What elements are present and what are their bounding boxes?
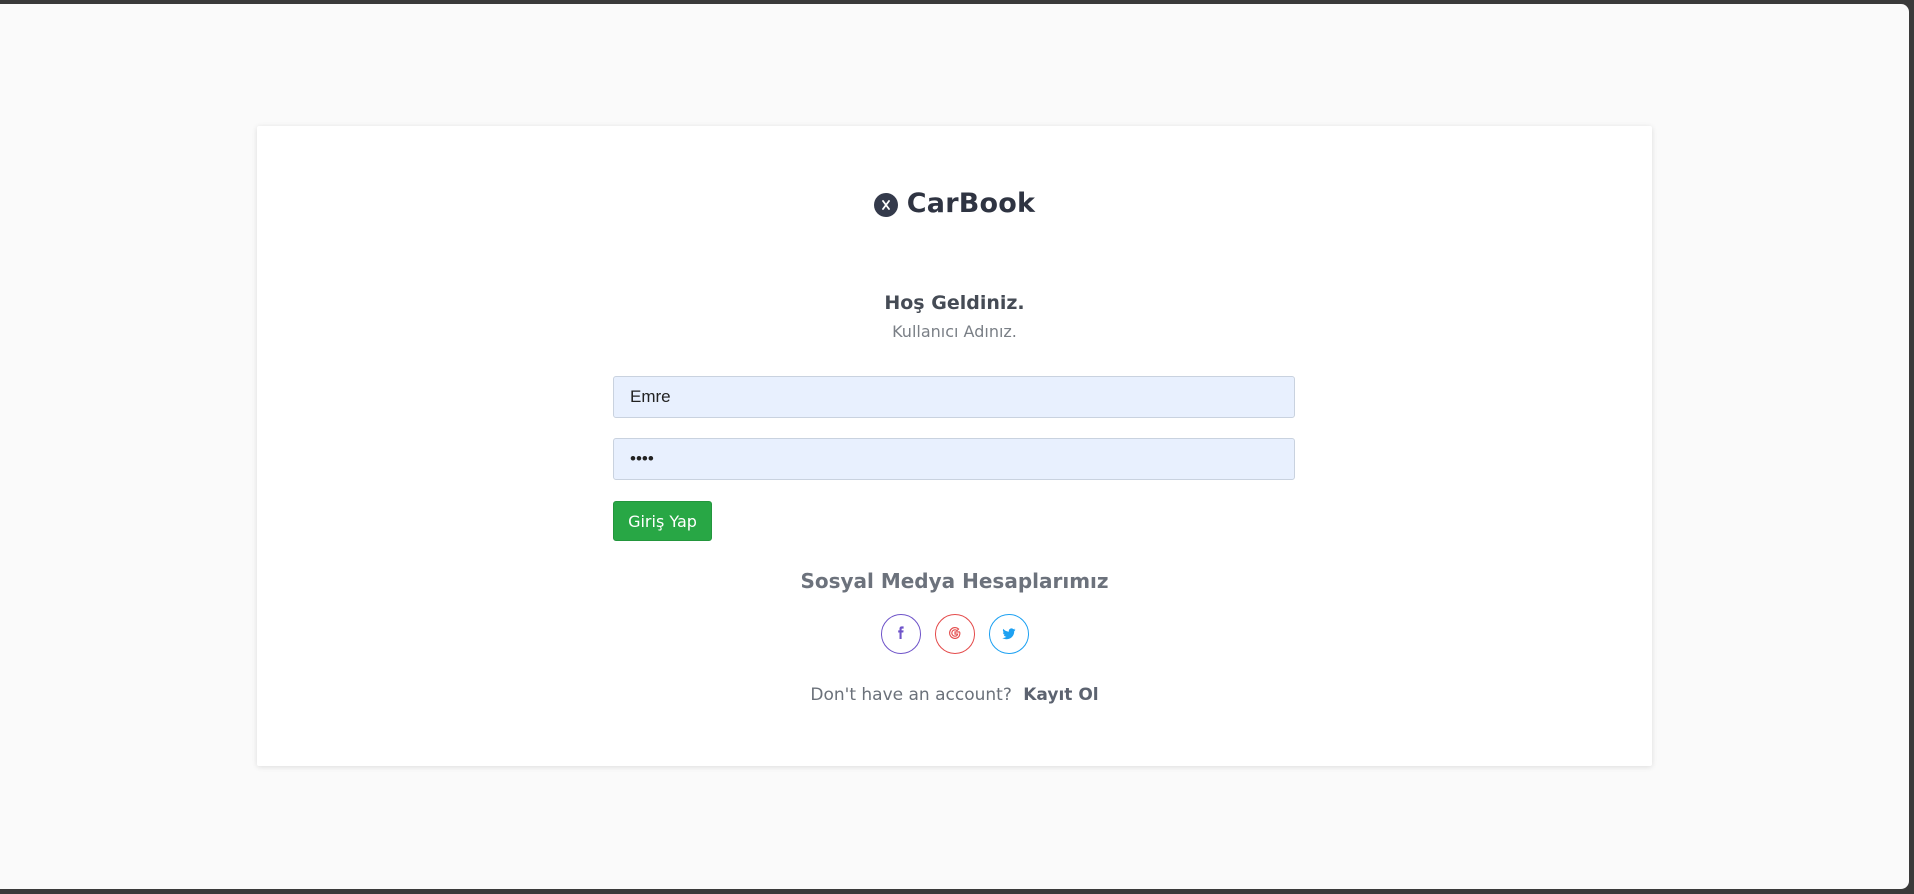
username-input[interactable] <box>613 376 1295 418</box>
welcome-title: Hoş Geldiniz. <box>884 292 1025 314</box>
welcome-subtitle: Kullanıcı Adınız. <box>892 322 1017 341</box>
facebook-button[interactable] <box>880 614 921 654</box>
google-button[interactable] <box>934 614 975 654</box>
brand-name: CarBook <box>906 188 1036 219</box>
social-buttons <box>257 614 1652 654</box>
signup-prompt: Don't have an account? <box>810 685 1012 705</box>
browser-viewport: CarBook Hoş Geldiniz. Kullanıcı Adınız. … <box>0 4 1909 889</box>
facebook-icon <box>895 625 907 644</box>
twitter-icon <box>1001 625 1016 644</box>
google-icon <box>948 625 962 644</box>
signup-row: Don't have an account? Kayıt Ol <box>257 685 1652 705</box>
login-button[interactable]: Giriş Yap <box>613 501 712 541</box>
car-logo-icon <box>873 193 898 217</box>
twitter-button[interactable] <box>988 614 1029 654</box>
signup-link[interactable]: Kayıt Ol <box>1023 685 1098 705</box>
social-title: Sosyal Medya Hesaplarımız <box>800 569 1109 593</box>
login-card: CarBook Hoş Geldiniz. Kullanıcı Adınız. … <box>257 126 1652 766</box>
password-input[interactable] <box>613 438 1295 480</box>
brand-header: CarBook <box>257 188 1652 232</box>
brand-link[interactable]: CarBook <box>873 188 1036 219</box>
